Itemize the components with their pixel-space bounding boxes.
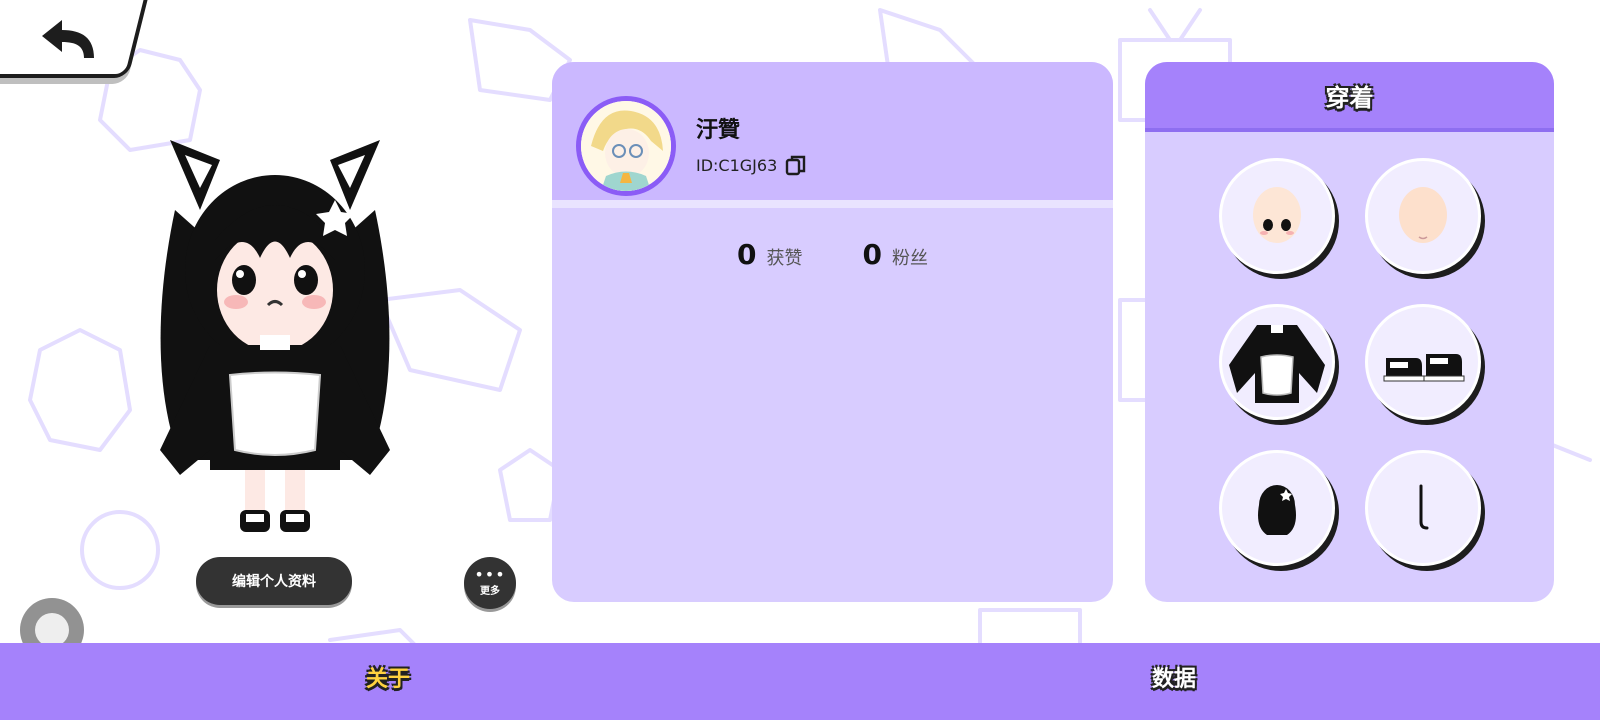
profile-panel: 汙贊 ID:C1GJ63 0 获赞 0 粉丝 <box>552 62 1113 602</box>
player-name: 汙贊 <box>696 118 741 143</box>
accessory-icon <box>1419 484 1429 530</box>
more-dots-icon: ••• <box>474 564 506 584</box>
player-id-row: ID:C1GJ63 <box>696 154 807 176</box>
more-button-label: 更多 <box>480 585 500 597</box>
outfit-slot-head[interactable] <box>1365 158 1481 274</box>
anime-avatar-image <box>581 101 671 191</box>
outfit-panel: 穿着 <box>1145 62 1554 602</box>
stat-fans[interactable]: 0 粉丝 <box>863 238 928 271</box>
stat-fans-value: 0 <box>862 238 882 271</box>
profile-stats: 0 获赞 0 粉丝 <box>552 238 1113 271</box>
stat-likes-value: 0 <box>737 238 757 271</box>
profile-avatar[interactable] <box>576 96 676 196</box>
edit-profile-button[interactable]: 编辑个人资料 <box>196 557 352 605</box>
outfit-slot-hair[interactable] <box>1219 450 1335 566</box>
outfit-slot-face[interactable] <box>1219 158 1335 274</box>
tab-about[interactable]: 关于 <box>366 661 410 693</box>
more-button[interactable]: ••• 更多 <box>464 557 516 609</box>
outfit-title: 穿着 <box>1325 83 1374 112</box>
back-arrow-icon[interactable] <box>38 16 100 62</box>
hair-icon <box>1258 485 1296 535</box>
head-icon <box>1399 187 1447 243</box>
outfit-header: 穿着 <box>1145 62 1554 132</box>
bottom-tab-bar: 关于 数据 <box>0 643 1600 720</box>
profile-header: 汙贊 ID:C1GJ63 <box>552 62 1113 208</box>
dress-icon <box>1229 325 1325 403</box>
outfit-grid <box>1219 158 1481 566</box>
stat-fans-label: 粉丝 <box>891 248 928 269</box>
outfit-slot-accessory[interactable] <box>1365 450 1481 566</box>
outfit-slot-dress[interactable] <box>1219 304 1335 420</box>
copy-icon[interactable] <box>785 154 807 176</box>
stat-likes[interactable]: 0 获赞 <box>737 238 802 271</box>
shoes-icon <box>1383 354 1465 382</box>
stat-likes-label: 获赞 <box>766 248 803 269</box>
floating-ball-center <box>35 613 69 647</box>
tab-data[interactable]: 数据 <box>1152 661 1196 693</box>
face-icon <box>1253 187 1301 243</box>
outfit-slot-shoes[interactable] <box>1365 304 1481 420</box>
player-id: ID:C1GJ63 <box>696 155 778 175</box>
character-avatar[interactable] <box>140 130 410 550</box>
